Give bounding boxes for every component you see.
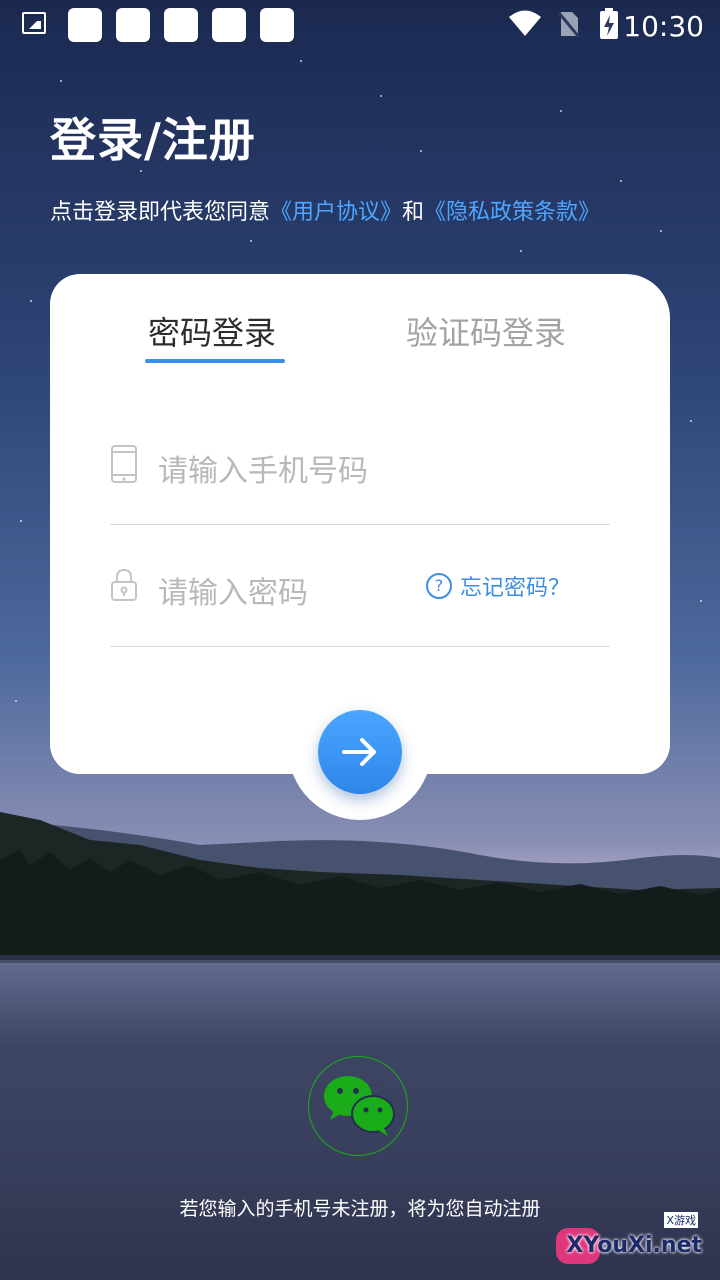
arrow-right-icon — [342, 738, 376, 766]
phone-input[interactable]: 请输入手机号码 — [158, 446, 368, 490]
user-agreement-link[interactable]: 《用户协议》 — [270, 200, 402, 225]
forgot-password-link[interactable]: ? 忘记密码？ — [425, 570, 570, 602]
question-icon: ? — [425, 573, 452, 599]
image-icon — [22, 12, 46, 34]
agreement-prefix: 点击登录即代表您同意 — [50, 200, 271, 225]
password-field[interactable]: 请输入密码 ? 忘记密码？ — [110, 526, 610, 647]
agreement-conjunction: 和 — [402, 200, 425, 225]
notification-icon — [260, 8, 294, 42]
phone-field[interactable]: 请输入手机号码 — [110, 404, 610, 525]
notification-icon — [116, 8, 150, 42]
active-tab-indicator — [145, 359, 285, 363]
wifi-icon — [509, 10, 541, 36]
phone-icon — [111, 445, 137, 483]
privacy-policy-link[interactable]: 《隐私政策条款》 — [424, 200, 600, 225]
login-card-body: 密码登录 验证码登录 请输入手机号码 请输入密码 ? 忘记密码？ — [50, 274, 670, 774]
battery-charging-icon — [600, 8, 618, 39]
status-bar: 10:30 — [0, 0, 720, 52]
watermark-text: XYouXi.net — [566, 1233, 702, 1258]
tab-password-login[interactable]: 密码登录 — [148, 308, 276, 354]
tab-code-login[interactable]: 验证码登录 — [406, 308, 566, 354]
wechat-login-button[interactable] — [308, 1056, 408, 1156]
login-card: 密码登录 验证码登录 请输入手机号码 请输入密码 ? 忘记密码？ — [50, 274, 670, 824]
login-submit-button[interactable] — [318, 710, 402, 794]
forgot-password-label: 忘记密码？ — [459, 576, 570, 601]
notification-icon — [164, 8, 198, 42]
no-sim-icon — [558, 12, 580, 38]
notification-icon — [68, 8, 102, 42]
notification-icon — [212, 8, 246, 42]
password-input[interactable]: 请输入密码 — [158, 568, 308, 612]
lock-icon — [111, 568, 137, 601]
clock: 10:30 — [623, 10, 704, 43]
watermark-logo: X游戏 XYouXi.net — [542, 1212, 712, 1272]
watermark-small-text: X游戏 — [664, 1212, 698, 1228]
page-title: 登录/注册 — [50, 113, 256, 167]
wechat-icon — [324, 1076, 395, 1136]
agreement-text: 点击登录即代表您同意《用户协议》和《隐私政策条款》 — [50, 194, 600, 226]
